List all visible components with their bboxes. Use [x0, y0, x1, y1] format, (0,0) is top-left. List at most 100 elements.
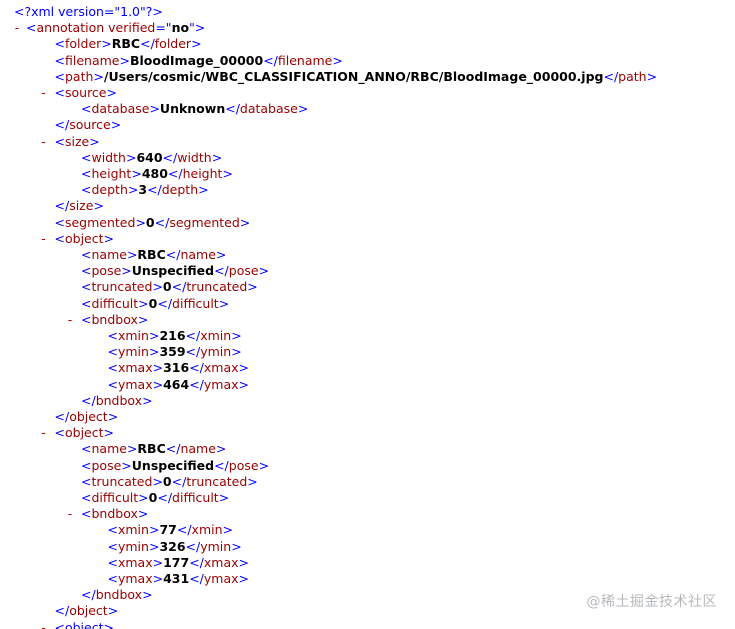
tag-name: bndbox — [91, 311, 138, 327]
tag-name: object — [64, 230, 104, 246]
collapse-toggle[interactable]: - — [39, 425, 49, 441]
tag-name: annotation — [36, 20, 105, 36]
element-value: 77 — [159, 522, 177, 538]
watermark: @稀土掘金技术社区 — [586, 594, 717, 610]
xml-open-object[interactable]: - <object> — [41, 230, 114, 247]
tag-name: name — [91, 247, 127, 262]
tag-name: difficult — [172, 490, 219, 505]
tag-name: truncated — [186, 473, 248, 489]
xml-element-database: <database>Unknown</database> — [81, 101, 309, 117]
tag-name: segmented — [64, 214, 136, 230]
partial-tag: <object> — [54, 619, 114, 629]
tag-name: source — [69, 117, 111, 133]
xml-element-xmax: <xmax>316</xmax> — [107, 360, 250, 376]
xml-element-xmin: <xmin>77</xmin> — [107, 522, 234, 538]
tag-name: xmin — [200, 328, 232, 343]
tag-name: ymin — [200, 538, 232, 554]
element-value: 326 — [159, 538, 186, 554]
tag-name: pose — [91, 263, 122, 279]
collapse-toggle[interactable]: - — [65, 506, 75, 522]
element-value: 0 — [145, 214, 155, 230]
tag-name: segmented — [169, 214, 240, 230]
collapse-toggle[interactable]: - — [39, 231, 49, 247]
element-value: Unspecified — [131, 263, 215, 279]
tag-name: xmax — [117, 554, 153, 570]
tag-name: truncated — [91, 473, 153, 489]
tag-name: ymin — [117, 538, 149, 554]
xml-close-object: </object> — [54, 409, 119, 424]
xml-element-segmented: <segmented>0</segmented> — [54, 214, 251, 230]
collapse-toggle[interactable]: - — [12, 20, 22, 36]
xml-element-pose: <pose>Unspecified</pose> — [81, 457, 270, 473]
tag-name: bndbox — [91, 506, 138, 522]
element-value: 0 — [162, 279, 172, 295]
element-value: 431 — [163, 571, 190, 586]
tag-name: depth — [91, 182, 128, 198]
element-value: RBC — [137, 441, 166, 457]
element-value: 177 — [163, 554, 190, 570]
tag-name: object — [69, 409, 108, 424]
xml-close-bndbox: </bndbox> — [81, 392, 153, 408]
tag-name: ymin — [200, 344, 232, 360]
tag-name: xmax — [203, 360, 239, 376]
tag-name: xmin — [191, 522, 223, 538]
tag-name: pose — [228, 457, 259, 473]
tag-name: xmax — [203, 554, 239, 570]
xml-element-name: <name>RBC</name> — [81, 441, 227, 457]
element-value: 0 — [162, 473, 172, 489]
xml-element-difficult: <difficult>0</difficult> — [81, 295, 230, 311]
xml-declaration-text: <?xml version="1.0"?> — [14, 4, 163, 19]
element-value: RBC — [111, 36, 141, 52]
xml-element-path: <path>/Users/cosmic/WBC_CLASSIFICATION_A… — [54, 68, 658, 84]
attribute-name: verified — [104, 20, 156, 36]
xml-element-height: <height>480</height> — [81, 166, 233, 181]
xml-element-ymax: <ymax>431</ymax> — [107, 571, 250, 586]
xml-open-bndbox[interactable]: - <bndbox> — [68, 506, 149, 522]
xml-close-object: </object> — [54, 603, 119, 619]
xml-open-size[interactable]: - <size> — [41, 133, 99, 150]
element-value: RBC — [137, 247, 166, 262]
tag-name: xmin — [117, 522, 149, 538]
element-value: Unknown — [159, 101, 226, 117]
tag-name: ymax — [203, 571, 239, 586]
xml-open-source[interactable]: - <source> — [41, 85, 117, 101]
tag-name: size — [64, 133, 90, 149]
element-value: 216 — [159, 328, 186, 343]
tag-name: size — [69, 198, 94, 214]
xml-open-annotation[interactable]: - <annotation verified="no"> — [15, 20, 206, 36]
tag-name: folder — [64, 36, 102, 52]
collapse-toggle[interactable]: - — [65, 312, 75, 328]
xml-element-name: <name>RBC</name> — [81, 247, 227, 262]
tag-name: width — [91, 149, 126, 165]
xml-element-ymin: <ymin>359</ymin> — [107, 344, 242, 360]
tag-name: height — [182, 166, 223, 181]
element-value: /Users/cosmic/WBC_CLASSIFICATION_ANNO/RB… — [103, 68, 604, 84]
tag-name: source — [64, 85, 107, 100]
xml-open-object-partial[interactable]: - <object> — [41, 619, 114, 629]
xml-element-truncated: <truncated>0</truncated> — [81, 279, 258, 295]
tag-name: name — [91, 441, 127, 457]
collapse-toggle[interactable]: - — [39, 620, 49, 629]
xml-element-truncated: <truncated>0</truncated> — [81, 473, 258, 489]
tag-name: height — [91, 166, 132, 181]
tag-name: ymax — [117, 571, 153, 586]
tag-name: xmin — [117, 328, 149, 343]
element-value: 464 — [163, 376, 190, 392]
tag-name: ymin — [117, 344, 149, 360]
collapse-toggle[interactable]: - — [39, 134, 49, 150]
xml-declaration: <?xml version="1.0"?> — [14, 4, 163, 20]
xml-open-object[interactable]: - <object> — [41, 425, 114, 441]
xml-element-pose: <pose>Unspecified</pose> — [81, 263, 270, 279]
tag-name: truncated — [186, 279, 248, 295]
xml-element-xmax: <xmax>177</xmax> — [107, 554, 250, 570]
tag-name: path — [618, 68, 647, 84]
tag-name: name — [180, 441, 216, 457]
tag-name: database — [239, 101, 298, 117]
xml-open-bndbox[interactable]: - <bndbox> — [68, 311, 149, 328]
xml-element-depth: <depth>3</depth> — [81, 182, 209, 198]
tag-name: path — [64, 68, 94, 84]
xml-element-width: <width>640</width> — [81, 149, 223, 165]
tag-name: difficult — [172, 295, 219, 311]
collapse-toggle[interactable]: - — [39, 85, 49, 101]
element-value: 640 — [136, 149, 163, 165]
